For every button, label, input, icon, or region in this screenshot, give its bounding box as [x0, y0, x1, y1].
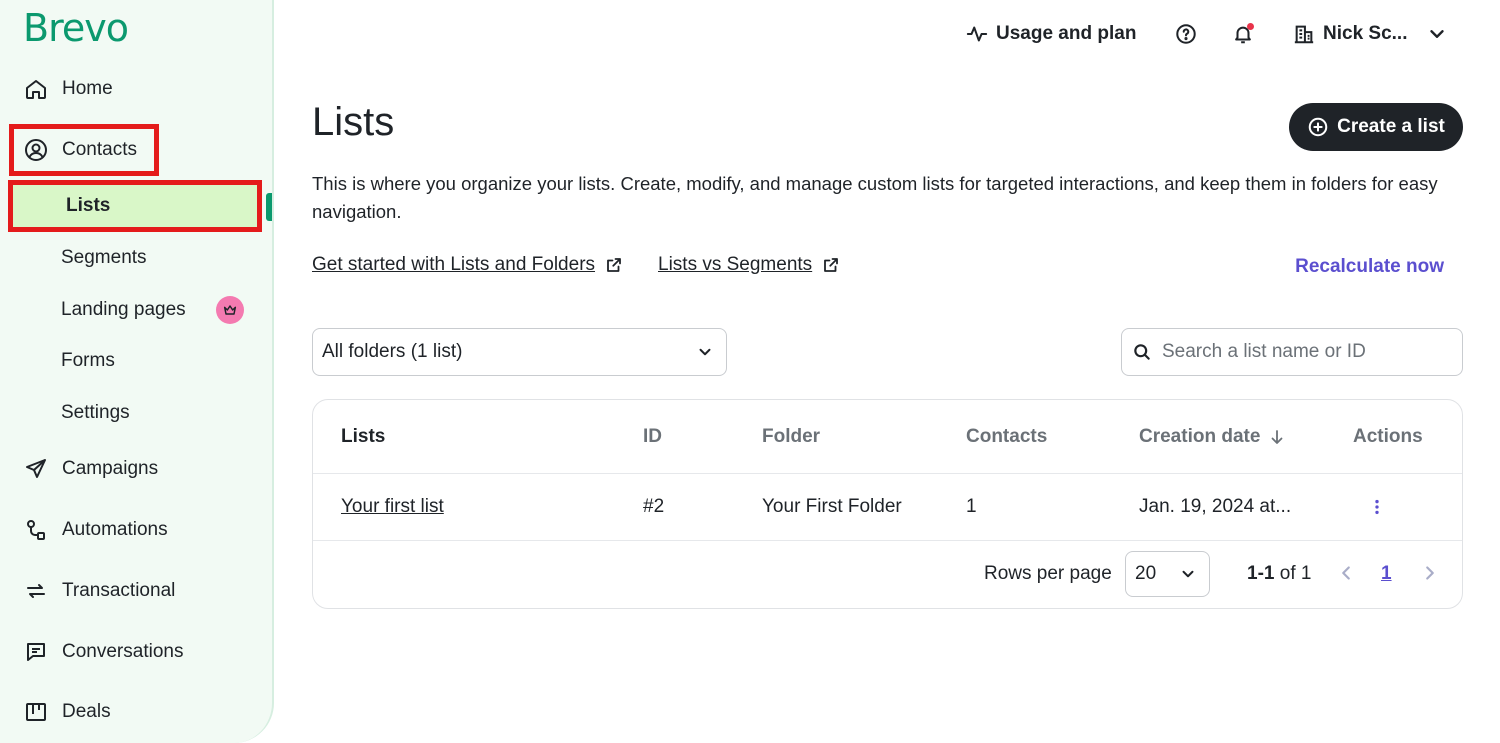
automation-icon: [24, 518, 48, 542]
recalculate-now-link[interactable]: Recalculate now: [1295, 256, 1444, 278]
sidebar-item-label: Forms: [61, 350, 115, 371]
sidebar-item-forms[interactable]: Forms: [61, 343, 115, 379]
plus-circle-icon: [1307, 116, 1329, 138]
lists-table: Lists ID Folder Contacts Creation date A…: [312, 399, 1463, 609]
folder-select-value: All folders (1 list): [322, 341, 463, 362]
divider: [313, 540, 1462, 541]
column-header-id: ID: [643, 426, 662, 447]
next-page-chevron-right-icon[interactable]: [1419, 562, 1441, 584]
usage-label: Usage and plan: [996, 23, 1137, 44]
column-header-contacts: Contacts: [966, 426, 1048, 447]
sidebar-item-settings[interactable]: Settings: [61, 395, 130, 431]
lists-vs-segments-link[interactable]: Lists vs Segments: [658, 254, 840, 276]
create-list-button[interactable]: Create a list: [1289, 103, 1463, 151]
link-label: Lists vs Segments: [658, 254, 813, 275]
sidebar-item-label: Conversations: [62, 641, 184, 662]
sidebar-item-campaigns[interactable]: Campaigns: [24, 449, 158, 489]
activity-icon: [966, 23, 988, 45]
divider: [313, 473, 1462, 474]
notification-dot: [1247, 23, 1254, 30]
brevo-logo[interactable]: Brevo: [23, 6, 129, 50]
sidebar-item-label: Lists: [66, 195, 111, 216]
chevron-down-icon: [1179, 565, 1197, 583]
page-description: This is where you organize your lists. C…: [312, 173, 1438, 222]
external-link-icon: [605, 256, 623, 274]
list-id: #2: [643, 496, 665, 517]
crown-icon: [216, 296, 244, 324]
range-bold: 1-1: [1247, 563, 1275, 584]
create-list-label: Create a list: [1337, 116, 1445, 137]
sidebar-item-lists[interactable]: Lists: [8, 180, 262, 232]
sidebar-item-label: Settings: [61, 402, 130, 423]
home-icon: [24, 77, 48, 101]
page-title: Lists: [312, 100, 395, 144]
sidebar-item-automations[interactable]: Automations: [24, 510, 168, 550]
sidebar-item-label: Home: [62, 78, 113, 99]
sidebar-item-label: Landing pages: [61, 299, 186, 320]
kanban-icon: [24, 700, 48, 724]
range-rest: of 1: [1274, 563, 1312, 584]
column-header-folder: Folder: [762, 426, 821, 447]
folder-select[interactable]: All folders (1 list): [312, 328, 727, 376]
sidebar-item-transactional[interactable]: Transactional: [24, 571, 175, 611]
sidebar-item-label: Automations: [62, 519, 168, 540]
sidebar-item-deals[interactable]: Deals: [24, 692, 111, 732]
help-circle-icon: [1175, 23, 1197, 45]
column-header-label: Creation date: [1139, 426, 1261, 447]
previous-page-chevron-left-icon[interactable]: [1335, 562, 1357, 584]
active-indicator: [266, 193, 272, 221]
sidebar-item-landing-pages[interactable]: Landing pages: [61, 292, 186, 328]
sidebar-item-segments[interactable]: Segments: [61, 240, 147, 276]
chevron-down-icon: [696, 343, 714, 361]
column-header-actions: Actions: [1353, 426, 1423, 447]
get-started-link[interactable]: Get started with Lists and Folders: [312, 254, 623, 276]
sidebar: Brevo Home Contacts Lists Segments Landi…: [0, 0, 274, 743]
pagination-range: 1-1 of 1: [1247, 563, 1311, 585]
sidebar-item-home[interactable]: Home: [24, 69, 113, 109]
bell-icon: [1232, 23, 1254, 45]
sidebar-item-label: Campaigns: [62, 458, 159, 479]
list-name-link[interactable]: Your first list: [341, 496, 444, 518]
notifications-button[interactable]: [1232, 16, 1254, 52]
sidebar-item-label: Deals: [62, 701, 111, 722]
rows-per-page-label: Rows per page: [984, 563, 1112, 584]
chat-bubble-icon: [24, 640, 48, 664]
page-number-button[interactable]: 1: [1381, 563, 1392, 585]
paper-plane-icon: [24, 457, 48, 481]
link-label: Get started with Lists and Folders: [312, 254, 596, 275]
search-input[interactable]: [1162, 341, 1442, 363]
column-header-creation-date[interactable]: Creation date: [1139, 426, 1286, 448]
arrows-exchange-icon: [24, 579, 48, 603]
external-link-icon: [822, 256, 840, 274]
sidebar-item-contacts[interactable]: Contacts: [24, 130, 137, 170]
search-icon: [1132, 342, 1152, 362]
search-box: [1121, 328, 1463, 376]
sidebar-item-label: Segments: [61, 247, 147, 268]
building-icon: [1293, 23, 1315, 45]
sidebar-item-label: Transactional: [62, 580, 176, 601]
chevron-down-icon: [1426, 23, 1448, 45]
account-menu[interactable]: Nick Sc...: [1293, 16, 1448, 52]
rows-per-page-select[interactable]: 20: [1125, 551, 1210, 597]
help-button[interactable]: [1175, 16, 1197, 52]
usage-and-plan-button[interactable]: Usage and plan: [966, 16, 1136, 52]
sidebar-item-label: Contacts: [62, 139, 137, 160]
list-folder: Your First Folder: [762, 496, 902, 517]
user-circle-icon: [24, 138, 48, 162]
list-contacts-count: 1: [966, 496, 977, 517]
list-creation-date: Jan. 19, 2024 at...: [1139, 496, 1292, 517]
account-name: Nick Sc...: [1323, 23, 1408, 44]
rows-per-page-value: 20: [1135, 563, 1157, 584]
arrow-down-icon: [1268, 428, 1286, 446]
row-actions-kebab-icon[interactable]: [1365, 495, 1389, 519]
sidebar-item-conversations[interactable]: Conversations: [24, 632, 183, 672]
column-header-lists: Lists: [341, 426, 386, 447]
